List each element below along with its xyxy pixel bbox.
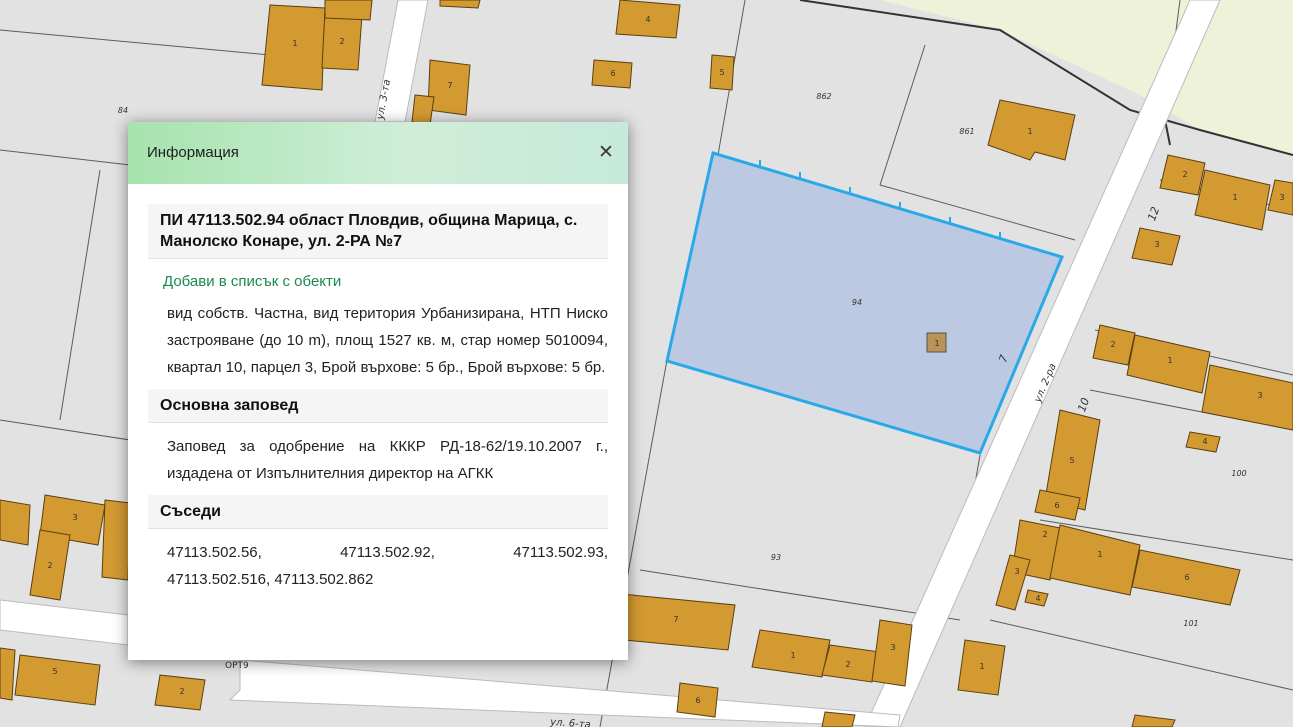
svg-text:93: 93 xyxy=(771,553,781,562)
neighbors-list: 47113.502.56, 47113.502.92, 47113.502.93… xyxy=(167,539,608,593)
svg-text:861: 861 xyxy=(959,127,974,136)
svg-text:3: 3 xyxy=(1279,193,1284,202)
neighbor-link[interactable]: 47113.502.862 xyxy=(274,571,373,588)
svg-text:862: 862 xyxy=(816,92,831,101)
svg-text:5: 5 xyxy=(52,667,57,676)
neighbor-link[interactable]: 47113.502.93, xyxy=(513,539,608,566)
order-heading: Основна заповед xyxy=(148,389,608,423)
close-icon[interactable]: ✕ xyxy=(596,141,616,163)
svg-text:3: 3 xyxy=(1154,240,1159,249)
svg-text:3: 3 xyxy=(1257,391,1262,400)
svg-text:1: 1 xyxy=(934,339,939,348)
svg-text:1: 1 xyxy=(1167,356,1172,365)
svg-text:5: 5 xyxy=(719,68,724,77)
svg-text:6: 6 xyxy=(610,69,615,78)
svg-text:4: 4 xyxy=(1035,594,1040,603)
svg-text:7: 7 xyxy=(447,81,452,90)
svg-text:1: 1 xyxy=(1027,127,1032,136)
svg-text:6: 6 xyxy=(695,696,700,705)
svg-text:2: 2 xyxy=(339,37,344,46)
svg-text:6: 6 xyxy=(1054,501,1059,510)
svg-text:100: 100 xyxy=(1231,469,1246,478)
svg-text:6: 6 xyxy=(1184,573,1189,582)
order-text: Заповед за одобрение на КККР РД-18-62/19… xyxy=(167,438,608,482)
svg-text:2: 2 xyxy=(1182,170,1187,179)
svg-text:4: 4 xyxy=(645,15,650,24)
svg-text:3: 3 xyxy=(72,513,77,522)
popup-title: Информация xyxy=(147,144,239,161)
svg-text:3: 3 xyxy=(1014,567,1019,576)
svg-text:1: 1 xyxy=(292,39,297,48)
svg-text:1: 1 xyxy=(1232,193,1237,202)
parcel-details: вид собств. Частна, вид територия Урбани… xyxy=(167,305,608,376)
neighbors-heading: Съседи xyxy=(148,495,608,529)
svg-text:94: 94 xyxy=(852,298,862,307)
svg-text:2: 2 xyxy=(1042,530,1047,539)
svg-text:101: 101 xyxy=(1183,619,1198,628)
svg-text:5: 5 xyxy=(1069,456,1074,465)
svg-text:2: 2 xyxy=(845,660,850,669)
neighbor-link[interactable]: 47113.502.516, xyxy=(167,571,270,588)
svg-text:7: 7 xyxy=(673,615,678,624)
svg-text:3: 3 xyxy=(890,643,895,652)
info-popup: Информация ✕ ПИ 47113.502.94 област Плов… xyxy=(128,122,628,660)
neighbor-link[interactable]: 47113.502.56, xyxy=(167,539,262,566)
svg-text:1: 1 xyxy=(790,651,795,660)
svg-text:2: 2 xyxy=(1110,340,1115,349)
svg-text:4: 4 xyxy=(1202,437,1207,446)
ort-label: ОРТ9 xyxy=(225,661,249,671)
svg-text:2: 2 xyxy=(47,561,52,570)
svg-text:ул. 6-та: ул. 6-та xyxy=(549,717,591,727)
neighbor-link[interactable]: 47113.502.92, xyxy=(340,539,435,566)
popup-header: Информация ✕ xyxy=(128,122,628,184)
svg-text:84: 84 xyxy=(118,106,128,115)
add-to-list-link[interactable]: Добави в списък с обекти xyxy=(163,273,608,290)
svg-text:2: 2 xyxy=(179,687,184,696)
popup-body: ПИ 47113.502.94 област Пловдив, община М… xyxy=(128,184,628,593)
parcel-heading: ПИ 47113.502.94 област Пловдив, община М… xyxy=(148,204,608,259)
svg-text:1: 1 xyxy=(1097,550,1102,559)
svg-text:1: 1 xyxy=(979,662,984,671)
